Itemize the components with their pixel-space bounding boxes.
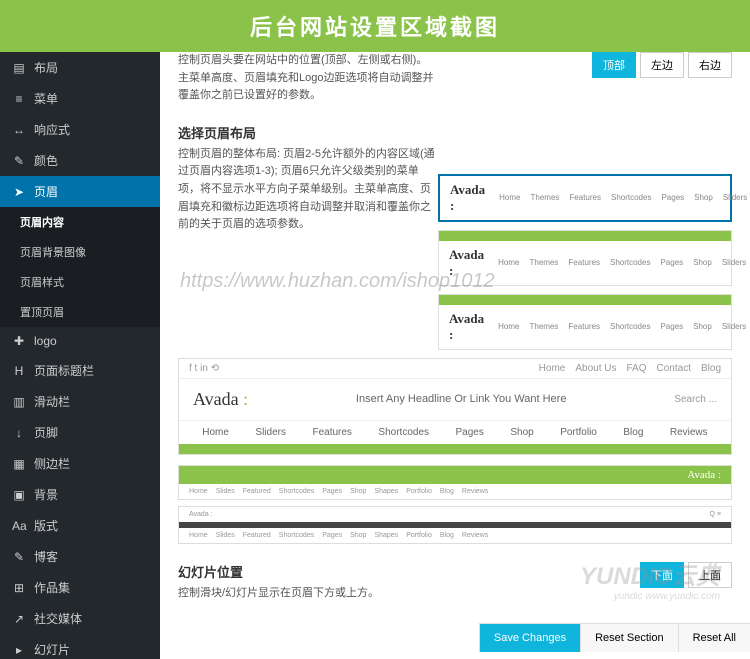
preview-brand-large: Avada : — [193, 389, 248, 410]
reset-section-button[interactable]: Reset Section — [580, 624, 677, 652]
header-preview-2[interactable]: Avada : HomeThemesFeaturesShortcodesPage… — [438, 230, 732, 286]
menu-icon: ▥ — [12, 395, 26, 409]
menu-icon: ≡ — [12, 92, 26, 106]
header-position-options: 顶部 左边 右边 — [592, 52, 732, 78]
slide-position-section: 幻灯片位置 控制滑块/幻灯片显示在页眉下方或上方。 下面 上面 — [178, 562, 732, 603]
sidebar-item-颜色[interactable]: ✎颜色 — [0, 145, 160, 176]
header-preview-small-2[interactable]: Avada :Q ≡ HomeSlidesFeaturedShortcodesP… — [178, 506, 732, 544]
sidebar-item-布局[interactable]: ▤布局 — [0, 52, 160, 83]
sidebar-item-滑动栏[interactable]: ▥滑动栏 — [0, 386, 160, 417]
sidebar-item-页眉[interactable]: ➤页眉 — [0, 176, 160, 207]
sidebar-item-版式[interactable]: Aa版式 — [0, 510, 160, 541]
footer-actions: Save Changes Reset Section Reset All — [479, 623, 750, 652]
menu-icon: ▤ — [12, 61, 26, 75]
preview-brand: Avada : — [449, 311, 484, 343]
menu-icon: ▸ — [12, 643, 26, 657]
sidebar-item-logo[interactable]: ✚logo — [0, 327, 160, 355]
header-preview-wide[interactable]: f t in ⟲ HomeAbout UsFAQContactBlog Avad… — [178, 358, 732, 455]
sidebar-item-背景[interactable]: ▣背景 — [0, 479, 160, 510]
header-preview-1[interactable]: Avada : HomeThemesFeaturesShortcodesPage… — [438, 174, 732, 222]
position-top-button[interactable]: 顶部 — [592, 52, 636, 78]
sidebar-item-博客[interactable]: ✎博客 — [0, 541, 160, 572]
menu-icon: ➤ — [12, 185, 26, 199]
sidebar-item-菜单[interactable]: ≡菜单 — [0, 83, 160, 114]
sidebar-item-社交媒体[interactable]: ↗社交媒体 — [0, 603, 160, 634]
settings-sidebar: ▤布局≡菜单↔响应式✎颜色➤页眉页眉内容页眉背景图像页眉样式置顶页眉✚logoH… — [0, 52, 160, 659]
sidebar-item-幻灯片[interactable]: ▸幻灯片 — [0, 634, 160, 659]
sidebar-item-页面标题栏[interactable]: H页面标题栏 — [0, 355, 160, 386]
header-layout-desc: 控制页眉的整体布局: 页眉2-5允许额外的内容区域(通过页眉内容选项1-3); … — [178, 146, 438, 234]
reset-all-button[interactable]: Reset All — [678, 624, 750, 652]
menu-icon: ▦ — [12, 457, 26, 471]
menu-icon: ↗ — [12, 612, 26, 626]
sidebar-item-响应式[interactable]: ↔响应式 — [0, 114, 160, 145]
header-position-desc: 控制页眉头要在网站中的位置(顶部、左侧或右侧)。主菜单高度、页眉填充和Logo边… — [178, 52, 438, 105]
save-changes-button[interactable]: Save Changes — [479, 624, 580, 652]
slide-above-button[interactable]: 上面 — [688, 562, 732, 588]
position-left-button[interactable]: 左边 — [640, 52, 684, 78]
sidebar-item-作品集[interactable]: ⊞作品集 — [0, 572, 160, 603]
preview-brand: Avada : — [450, 182, 485, 214]
menu-icon: ▣ — [12, 488, 26, 502]
main-layout: ▤布局≡菜单↔响应式✎颜色➤页眉页眉内容页眉背景图像页眉样式置顶页眉✚logoH… — [0, 52, 750, 659]
sidebar-item-页眉背景图像[interactable]: 页眉背景图像 — [0, 237, 160, 267]
header-layout-title: 选择页眉布局 — [178, 123, 732, 142]
menu-icon: Aa — [12, 519, 26, 533]
search-icon: Q ≡ — [710, 511, 721, 518]
content-area: 控制页眉头要在网站中的位置(顶部、左侧或右侧)。主菜单高度、页眉填充和Logo边… — [160, 52, 750, 659]
sidebar-item-置顶页眉[interactable]: 置顶页眉 — [0, 297, 160, 327]
menu-icon: ✎ — [12, 154, 26, 168]
menu-icon: ⊞ — [12, 581, 26, 595]
preview-tagline: Insert Any Headline Or Link You Want Her… — [262, 393, 660, 405]
header-preview-small-1[interactable]: Avada : HomeSlidesFeaturedShortcodesPage… — [178, 465, 732, 500]
sidebar-item-页脚[interactable]: ↓页脚 — [0, 417, 160, 448]
menu-icon: ↓ — [12, 426, 26, 440]
menu-icon: H — [12, 364, 26, 378]
header-layout-previews: Avada : HomeThemesFeaturesShortcodesPage… — [438, 174, 732, 350]
header-position-section: 控制页眉头要在网站中的位置(顶部、左侧或右侧)。主菜单高度、页眉填充和Logo边… — [178, 52, 732, 105]
slide-below-button[interactable]: 下面 — [640, 562, 684, 588]
slide-position-desc: 控制滑块/幻灯片显示在页眉下方或上方。 — [178, 585, 438, 603]
preview-search: Search ... — [674, 394, 717, 405]
page-banner: 后台网站设置区域截图 — [0, 0, 750, 52]
menu-icon: ✚ — [12, 334, 26, 348]
preview-brand: Avada : — [449, 247, 484, 279]
sidebar-item-页眉内容[interactable]: 页眉内容 — [0, 207, 160, 237]
sidebar-item-页眉样式[interactable]: 页眉样式 — [0, 267, 160, 297]
slide-position-options: 下面 上面 — [640, 562, 732, 588]
menu-icon: ↔ — [12, 123, 26, 137]
menu-icon: ✎ — [12, 550, 26, 564]
slide-position-title: 幻灯片位置 — [178, 562, 620, 581]
sidebar-item-侧边栏[interactable]: ▦侧边栏 — [0, 448, 160, 479]
header-preview-3[interactable]: Avada : HomeThemesFeaturesShortcodesPage… — [438, 294, 732, 350]
header-layout-section: 选择页眉布局 控制页眉的整体布局: 页眉2-5允许额外的内容区域(通过页眉内容选… — [178, 123, 732, 544]
position-right-button[interactable]: 右边 — [688, 52, 732, 78]
